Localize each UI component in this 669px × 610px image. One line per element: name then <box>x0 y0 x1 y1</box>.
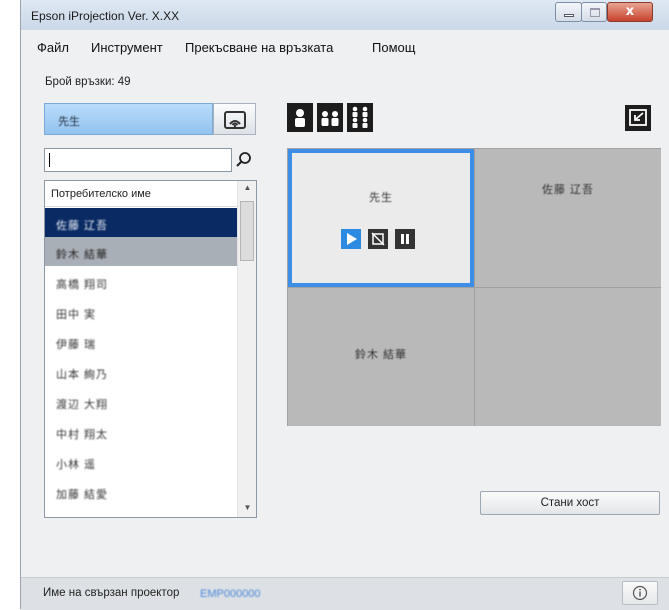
projection-cell[interactable]: 佐藤 辽吾 <box>475 149 661 287</box>
user-row[interactable]: 鈴木 結華 <box>45 237 237 266</box>
projection-cell-active[interactable]: 先生 <box>288 149 474 287</box>
projection-grid: 先生 佐藤 辽吾 鈴木 結華 <box>287 148 661 426</box>
user-list-scrollbar[interactable]: ▲ ▼ <box>237 181 256 517</box>
status-bar: Име на свързан проектор EMP000000 <box>21 577 669 610</box>
host-name: 先生 <box>58 116 80 128</box>
menu-disconnect[interactable]: Прекъсване на връзката <box>185 40 333 55</box>
user-name: 鈴木 結華 <box>56 249 109 261</box>
title-bar[interactable]: Epson iProjection Ver. X.XX x <box>21 0 669 30</box>
scroll-up-icon[interactable]: ▲ <box>238 183 256 192</box>
minimize-icon <box>564 14 574 17</box>
maximize-button[interactable] <box>581 2 607 22</box>
search-input[interactable] <box>44 148 232 172</box>
user-name: 小林 遥 <box>56 459 97 471</box>
user-row[interactable]: 伊藤 瑞 <box>45 327 237 356</box>
stop-projection-icon <box>371 232 385 246</box>
menu-help[interactable]: Помощ <box>372 40 415 55</box>
user-row[interactable]: 加藤 結愛 <box>45 477 237 506</box>
four-users-icon <box>352 106 368 128</box>
exit-window-icon <box>629 109 647 126</box>
search-button[interactable] <box>232 148 256 172</box>
host-user-box: 先生 <box>44 103 213 135</box>
user-list: Потребителско име 佐藤 辽吾 鈴木 結華 高橋 翔司 田中 実… <box>44 180 257 518</box>
layout-1-user-button[interactable] <box>287 103 313 132</box>
user-name: 伊藤 瑞 <box>56 339 97 351</box>
play-icon <box>347 233 357 245</box>
pause-button[interactable] <box>395 229 415 249</box>
maximize-icon <box>590 8 600 17</box>
become-host-button[interactable]: Стани хост <box>480 491 660 515</box>
user-name: 渡辺 大翔 <box>56 399 109 411</box>
user-row[interactable]: 田中 実 <box>45 297 237 326</box>
scroll-down-icon[interactable]: ▼ <box>238 503 256 512</box>
user-name: 中村 翔太 <box>56 429 109 441</box>
play-button[interactable] <box>341 229 361 249</box>
user-row[interactable]: 佐藤 辽吾 <box>45 208 237 237</box>
app-window: Epson iProjection Ver. X.XX x Файл Инстр… <box>20 0 669 610</box>
exit-full-screen-button[interactable] <box>625 105 651 131</box>
text-caret <box>49 153 50 167</box>
user-row[interactable]: 小林 遥 <box>45 447 237 476</box>
user-row[interactable]: 山本 絢乃 <box>45 357 237 386</box>
close-icon: x <box>625 4 635 19</box>
user-name: 高橋 翔司 <box>56 279 109 291</box>
single-user-icon <box>295 109 305 127</box>
projection-cell-empty[interactable] <box>475 288 661 426</box>
user-name: 田中 実 <box>56 309 97 321</box>
projection-cell[interactable]: 鈴木 結華 <box>288 288 474 426</box>
info-icon <box>632 585 648 601</box>
cell-user-name: 先生 <box>369 192 393 204</box>
user-row[interactable]: 渡辺 大翔 <box>45 387 237 416</box>
user-name: 佐藤 辽吾 <box>56 220 109 232</box>
user-row[interactable]: 中村 翔太 <box>45 417 237 446</box>
menu-file[interactable]: Файл <box>37 40 69 55</box>
grid-divider <box>288 287 660 288</box>
minimize-button[interactable] <box>555 2 582 22</box>
menu-tools[interactable]: Инструмент <box>91 40 163 55</box>
username-column-label: Потребителско име <box>51 188 151 200</box>
connection-count: Брой връзки: 49 <box>45 76 131 88</box>
connected-projector-name: EMP000000 <box>200 588 261 600</box>
two-users-icon <box>321 111 339 126</box>
connected-projector-label: Име на свързан проектор <box>43 587 180 599</box>
layout-2-users-button[interactable] <box>317 103 343 132</box>
user-list-header[interactable]: Потребителско име <box>45 181 237 207</box>
projection-mode-button[interactable] <box>213 103 256 135</box>
user-name: 加藤 結愛 <box>56 489 109 501</box>
user-name: 山本 絢乃 <box>56 369 109 381</box>
search-icon <box>236 152 251 167</box>
cell-user-name: 佐藤 辽吾 <box>541 184 595 196</box>
scroll-thumb[interactable] <box>240 201 254 261</box>
stop-button[interactable] <box>368 229 388 249</box>
cell-user-name: 鈴木 結華 <box>354 349 408 361</box>
wireless-screen-icon <box>224 111 246 129</box>
close-button[interactable]: x <box>607 2 653 22</box>
pause-icon <box>401 234 409 244</box>
info-button[interactable] <box>622 581 658 605</box>
user-row[interactable]: 高橋 翔司 <box>45 267 237 296</box>
layout-4-users-button[interactable] <box>347 103 373 132</box>
window-title: Epson iProjection Ver. X.XX <box>31 9 180 23</box>
